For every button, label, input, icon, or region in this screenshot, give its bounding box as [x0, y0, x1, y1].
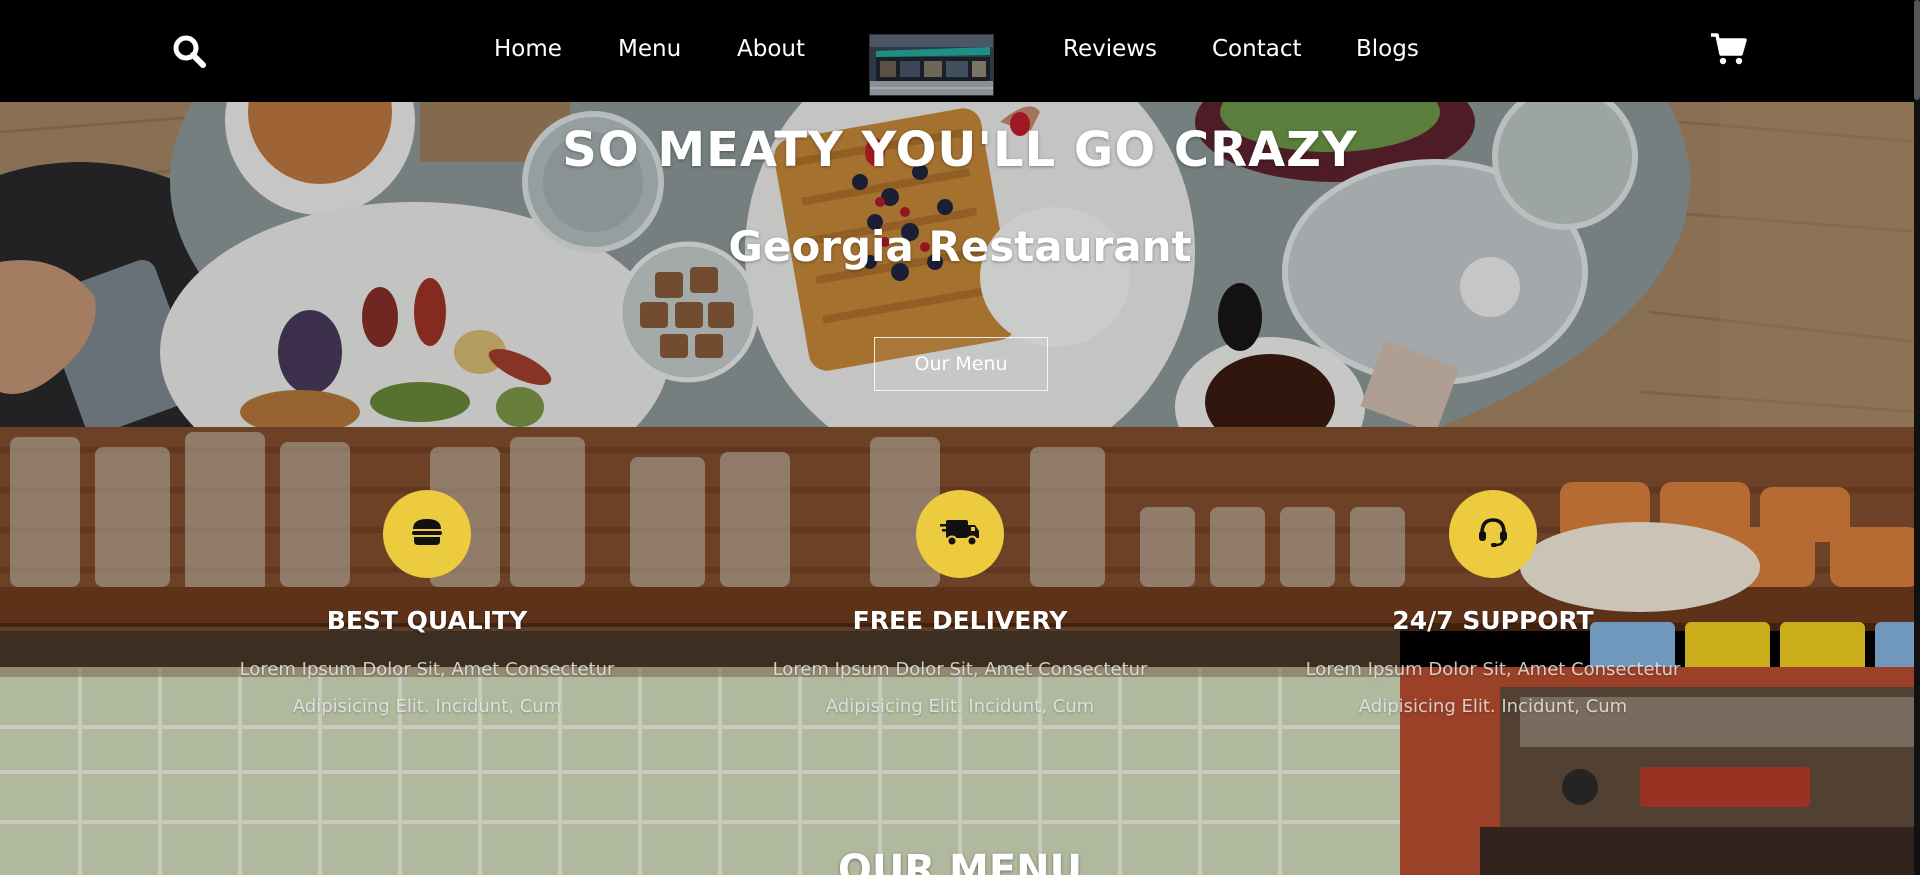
feature-icon-circle [916, 490, 1004, 578]
feature-description-line: Lorem Ipsum Dolor Sit, Amet Consectetur [1305, 659, 1681, 680]
search-icon[interactable] [172, 34, 206, 68]
delivery-truck-icon [940, 517, 980, 551]
nav-link-menu[interactable]: Menu [618, 34, 681, 64]
logo-image[interactable] [869, 34, 994, 96]
feature-description: Lorem Ipsum Dolor Sit, Amet Consectetur … [710, 651, 1210, 725]
headset-icon [1477, 516, 1509, 552]
hero-section: SO MEATY YOU'LL GO CRAZY Georgia Restaur… [0, 102, 1920, 427]
page-scrollbar[interactable] [1914, 0, 1920, 875]
our-menu-button[interactable]: Our Menu [874, 337, 1048, 391]
feature-title: FREE DELIVERY [852, 606, 1068, 635]
feature-description-line: Adipisicing Elit. Incidunt, Cum [825, 696, 1095, 717]
nav-link-reviews[interactable]: Reviews [1063, 34, 1157, 64]
feature-title: 24/7 SUPPORT [1392, 606, 1594, 635]
feature-description-line: Adipisicing Elit. Incidunt, Cum [292, 696, 562, 717]
feature-description-line: Adipisicing Elit. Incidunt, Cum [1358, 696, 1628, 717]
nav-link-home[interactable]: Home [494, 34, 562, 64]
nav-link-blogs[interactable]: Blogs [1356, 34, 1419, 64]
feature-card: BEST QUALITY Lorem Ipsum Dolor Sit, Amet… [177, 490, 677, 725]
scrollbar-thumb[interactable] [1914, 0, 1920, 100]
feature-description: Lorem Ipsum Dolor Sit, Amet Consectetur … [177, 651, 677, 725]
feature-card: 24/7 SUPPORT Lorem Ipsum Dolor Sit, Amet… [1243, 490, 1743, 725]
feature-description: Lorem Ipsum Dolor Sit, Amet Consectetur … [1243, 651, 1743, 725]
hero-subtitle: Georgia Restaurant [728, 222, 1192, 271]
section-heading-menu: OUR MENU [837, 847, 1083, 875]
feature-title: BEST QUALITY [326, 606, 528, 635]
hero-title: SO MEATY YOU'LL GO CRAZY [562, 122, 1358, 178]
features-section: BEST QUALITY Lorem Ipsum Dolor Sit, Amet… [0, 427, 1920, 875]
feature-description-line: Lorem Ipsum Dolor Sit, Amet Consectetur [239, 659, 615, 680]
feature-icon-circle [383, 490, 471, 578]
shopping-cart-icon[interactable] [1710, 32, 1748, 66]
navbar: Home Menu About Reviews Contact Blogs [0, 0, 1920, 102]
nav-link-contact[interactable]: Contact [1212, 34, 1301, 64]
feature-icon-circle [1449, 490, 1537, 578]
feature-card: FREE DELIVERY Lorem Ipsum Dolor Sit, Ame… [710, 490, 1210, 725]
burger-icon [411, 518, 443, 550]
feature-description-line: Lorem Ipsum Dolor Sit, Amet Consectetur [772, 659, 1148, 680]
nav-link-about[interactable]: About [737, 34, 805, 64]
